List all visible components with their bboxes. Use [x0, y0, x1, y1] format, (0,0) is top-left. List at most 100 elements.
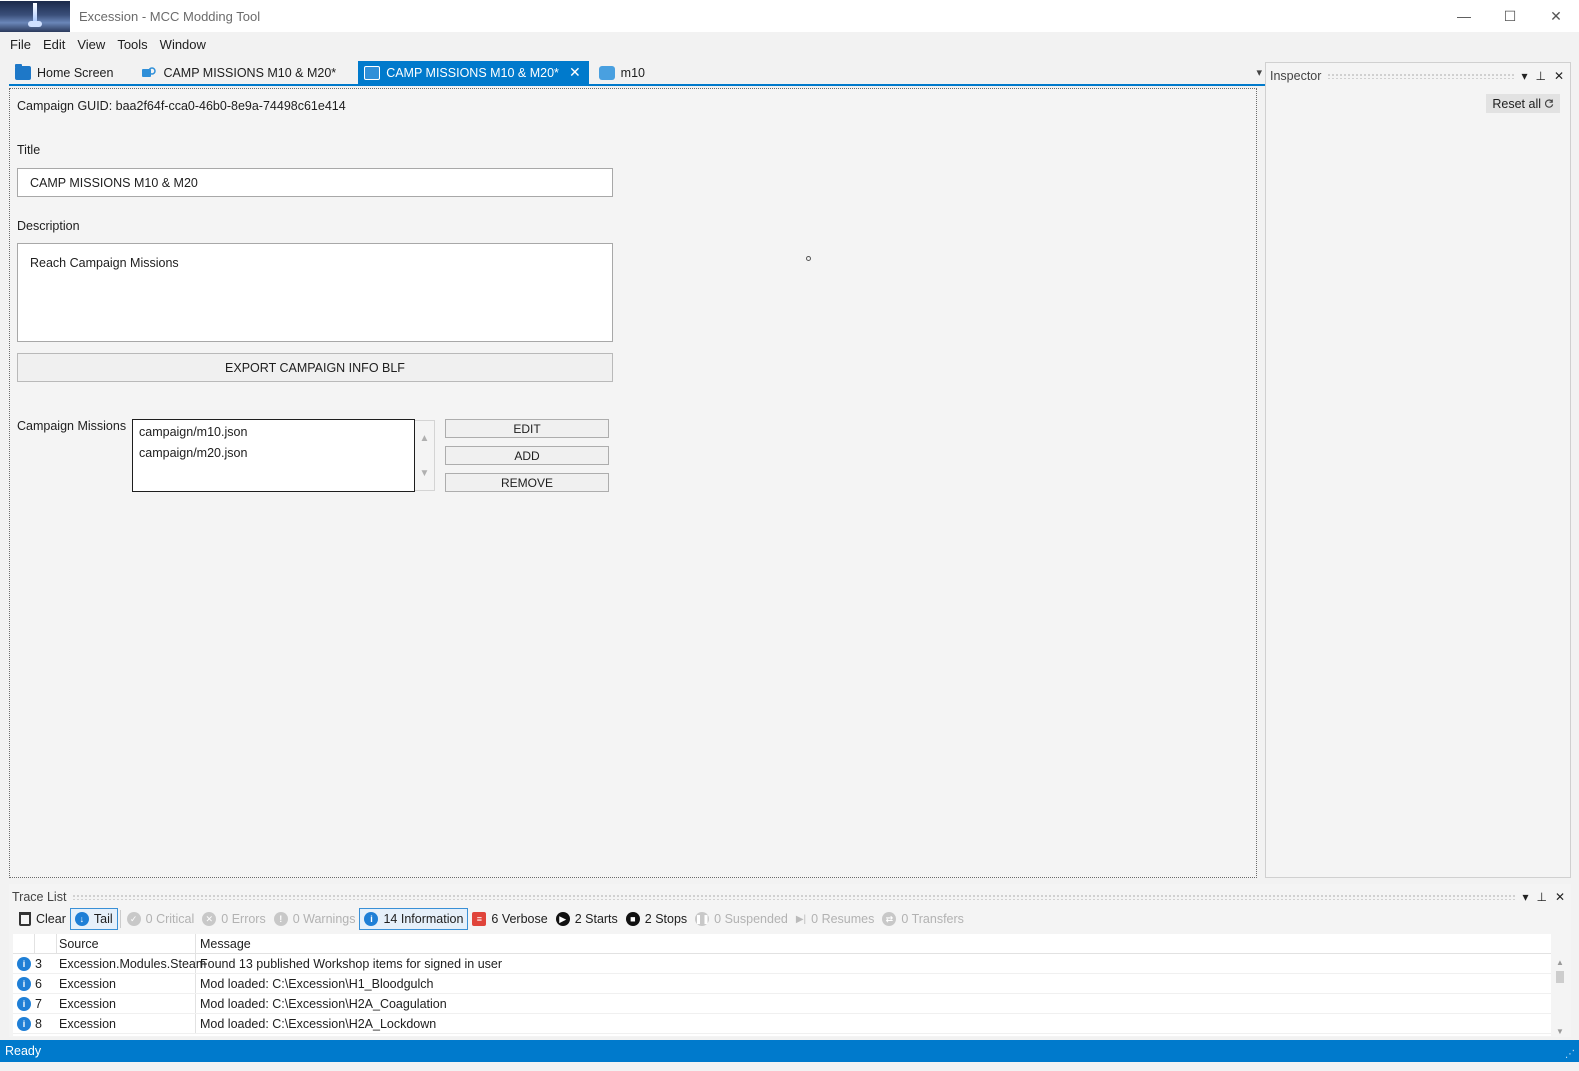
stops-filter[interactable]: ■ 2 Stops [622, 908, 691, 930]
menu-tools[interactable]: Tools [111, 37, 153, 52]
errors-label: 0 Errors [221, 912, 266, 926]
tab-close-icon[interactable]: ✕ [569, 64, 581, 81]
title-value: CAMP MISSIONS M10 & M20 [30, 175, 198, 190]
row-message: Found 13 published Workshop items for si… [200, 956, 503, 971]
inspector-title: Inspector [1270, 68, 1322, 83]
campaign-missions-list[interactable]: campaign/m10.json campaign/m20.json [132, 419, 415, 492]
cube-icon [364, 65, 381, 80]
row-source: Excession [57, 974, 196, 993]
dropdown-icon[interactable]: ▾ [1522, 890, 1528, 904]
critical-filter[interactable]: ✓ 0 Critical [123, 908, 199, 930]
minimize-button[interactable]: — [1441, 0, 1487, 32]
scroll-up-icon[interactable]: ▲ [1556, 958, 1564, 967]
app-logo-icon [0, 0, 70, 32]
close-button[interactable]: ✕ [1533, 0, 1579, 32]
verbose-filter[interactable]: ≡ 6 Verbose [468, 908, 551, 930]
information-filter[interactable]: i 14 Information [359, 908, 469, 930]
resume-icon: ▶| [795, 913, 807, 925]
scroll-down-icon[interactable]: ▼ [1556, 1027, 1564, 1036]
pin-icon[interactable]: ⊥ [1535, 69, 1545, 83]
dropdown-icon[interactable]: ▾ [1521, 69, 1527, 83]
clear-button[interactable]: Clear [15, 908, 70, 930]
campaign-missions-label: Campaign Missions [17, 419, 127, 433]
starts-label: 2 Starts [574, 912, 618, 926]
menu-bar: File Edit View Tools Window [0, 32, 1579, 56]
campaign-icon [141, 66, 157, 80]
source-column-header[interactable]: Source [57, 934, 196, 953]
warning-icon: ! [273, 912, 288, 926]
tab-label: CAMP MISSIONS M10 & M20* [386, 65, 559, 80]
errors-filter[interactable]: ✕ 0 Errors [198, 908, 269, 930]
warnings-filter[interactable]: ! 0 Warnings [270, 908, 360, 930]
tab-home-screen[interactable]: Home Screen [9, 61, 121, 84]
remove-button[interactable]: REMOVE [445, 473, 609, 492]
status-bar: Ready ⋰ [0, 1040, 1579, 1062]
menu-window[interactable]: Window [154, 37, 212, 52]
drag-grip[interactable] [1327, 72, 1516, 79]
description-value: Reach Campaign Missions [30, 256, 179, 270]
tab-campaign-missions-active[interactable]: CAMP MISSIONS M10 & M20* ✕ [358, 61, 589, 84]
list-item[interactable]: campaign/m20.json [139, 445, 408, 466]
tail-label: Tail [93, 912, 113, 926]
maximize-button[interactable]: ☐ [1487, 0, 1533, 32]
table-row[interactable]: i 6 Excession Mod loaded: C:\Excession\H… [13, 974, 1551, 994]
table-row[interactable]: i 8 Excession Mod loaded: C:\Excession\H… [13, 1014, 1551, 1034]
warnings-label: 0 Warnings [292, 912, 356, 926]
menu-edit[interactable]: Edit [37, 37, 71, 52]
status-text: Ready [5, 1044, 42, 1058]
start-icon: ▶ [555, 912, 570, 926]
verbose-icon: ≡ [472, 912, 487, 926]
scroll-thumb[interactable] [1556, 971, 1564, 983]
stops-label: 2 Stops [644, 912, 688, 926]
verbose-label: 6 Verbose [491, 912, 548, 926]
inspector-panel: Inspector ▾ ⊥ ✕ Reset all [1265, 62, 1571, 878]
info-icon: i [17, 976, 31, 991]
drag-grip[interactable] [72, 893, 1517, 900]
suspended-filter[interactable]: ❚❚ 0 Suspended [691, 908, 792, 930]
tab-label: m10 [620, 65, 645, 80]
transfers-label: 0 Transfers [901, 912, 964, 926]
row-message: Mod loaded: C:\Excession\H2A_Coagulation [200, 996, 447, 1011]
table-row[interactable]: i 3 Excession.Modules.Steam Found 13 pub… [13, 954, 1551, 974]
folder-icon [15, 63, 31, 80]
tab-overflow-icon[interactable]: ▾ [1256, 66, 1262, 79]
reset-all-label: Reset all [1492, 96, 1541, 111]
row-id: 8 [35, 1016, 42, 1031]
description-input[interactable]: Reach Campaign Missions [17, 243, 613, 342]
table-row[interactable]: i 7 Excession Mod loaded: C:\Excession\H… [13, 994, 1551, 1014]
trace-list-panel: Trace List ▾ ⊥ ✕ Clear ↓ Tail ✓ 0 Critic… [9, 884, 1571, 1037]
starts-filter[interactable]: ▶ 2 Starts [552, 908, 622, 930]
transfers-filter[interactable]: ⇄ 0 Transfers [878, 908, 968, 930]
tab-label: CAMP MISSIONS M10 & M20* [163, 65, 337, 80]
row-source: Excession [57, 1014, 196, 1033]
row-source: Excession [57, 994, 196, 1013]
row-message: Mod loaded: C:\Excession\H1_Bloodgulch [200, 976, 434, 991]
document-tabs: Home Screen CAMP MISSIONS M10 & M20* CAM… [9, 61, 1266, 86]
tail-toggle[interactable]: ↓ Tail [69, 908, 118, 930]
critical-icon: ✓ [126, 912, 141, 926]
pin-icon[interactable]: ⊥ [1536, 890, 1546, 904]
pause-icon: ❚❚ [695, 912, 710, 926]
export-campaign-info-button[interactable]: EXPORT CAMPAIGN INFO BLF [17, 353, 613, 382]
tab-m10[interactable]: m10 [593, 61, 653, 84]
menu-view[interactable]: View [71, 37, 111, 52]
grid-header: Source Message [13, 934, 1551, 954]
close-icon[interactable]: ✕ [1555, 890, 1565, 904]
reset-all-button[interactable]: Reset all [1486, 94, 1560, 113]
trace-scrollbar[interactable]: ▲ ▼ [1553, 958, 1567, 1036]
close-icon[interactable]: ✕ [1554, 69, 1564, 83]
edit-button[interactable]: EDIT [445, 419, 609, 438]
resize-grip-icon[interactable]: ⋰ [1565, 1049, 1575, 1060]
stop-icon: ■ [625, 912, 640, 926]
move-down-icon[interactable]: ▼ [415, 456, 434, 491]
add-button[interactable]: ADD [445, 446, 609, 465]
move-up-icon[interactable]: ▲ [415, 421, 434, 456]
icon-column-header [13, 934, 35, 953]
menu-file[interactable]: File [4, 37, 37, 52]
list-item[interactable]: campaign/m10.json [139, 424, 408, 445]
tab-campaign-missions-1[interactable]: CAMP MISSIONS M10 & M20* [135, 61, 344, 84]
title-input[interactable]: CAMP MISSIONS M10 & M20 [17, 168, 613, 197]
resumes-filter[interactable]: ▶| 0 Resumes [792, 908, 879, 930]
trace-header: Trace List ▾ ⊥ ✕ [9, 884, 1571, 909]
message-column-header[interactable]: Message [196, 934, 1551, 953]
